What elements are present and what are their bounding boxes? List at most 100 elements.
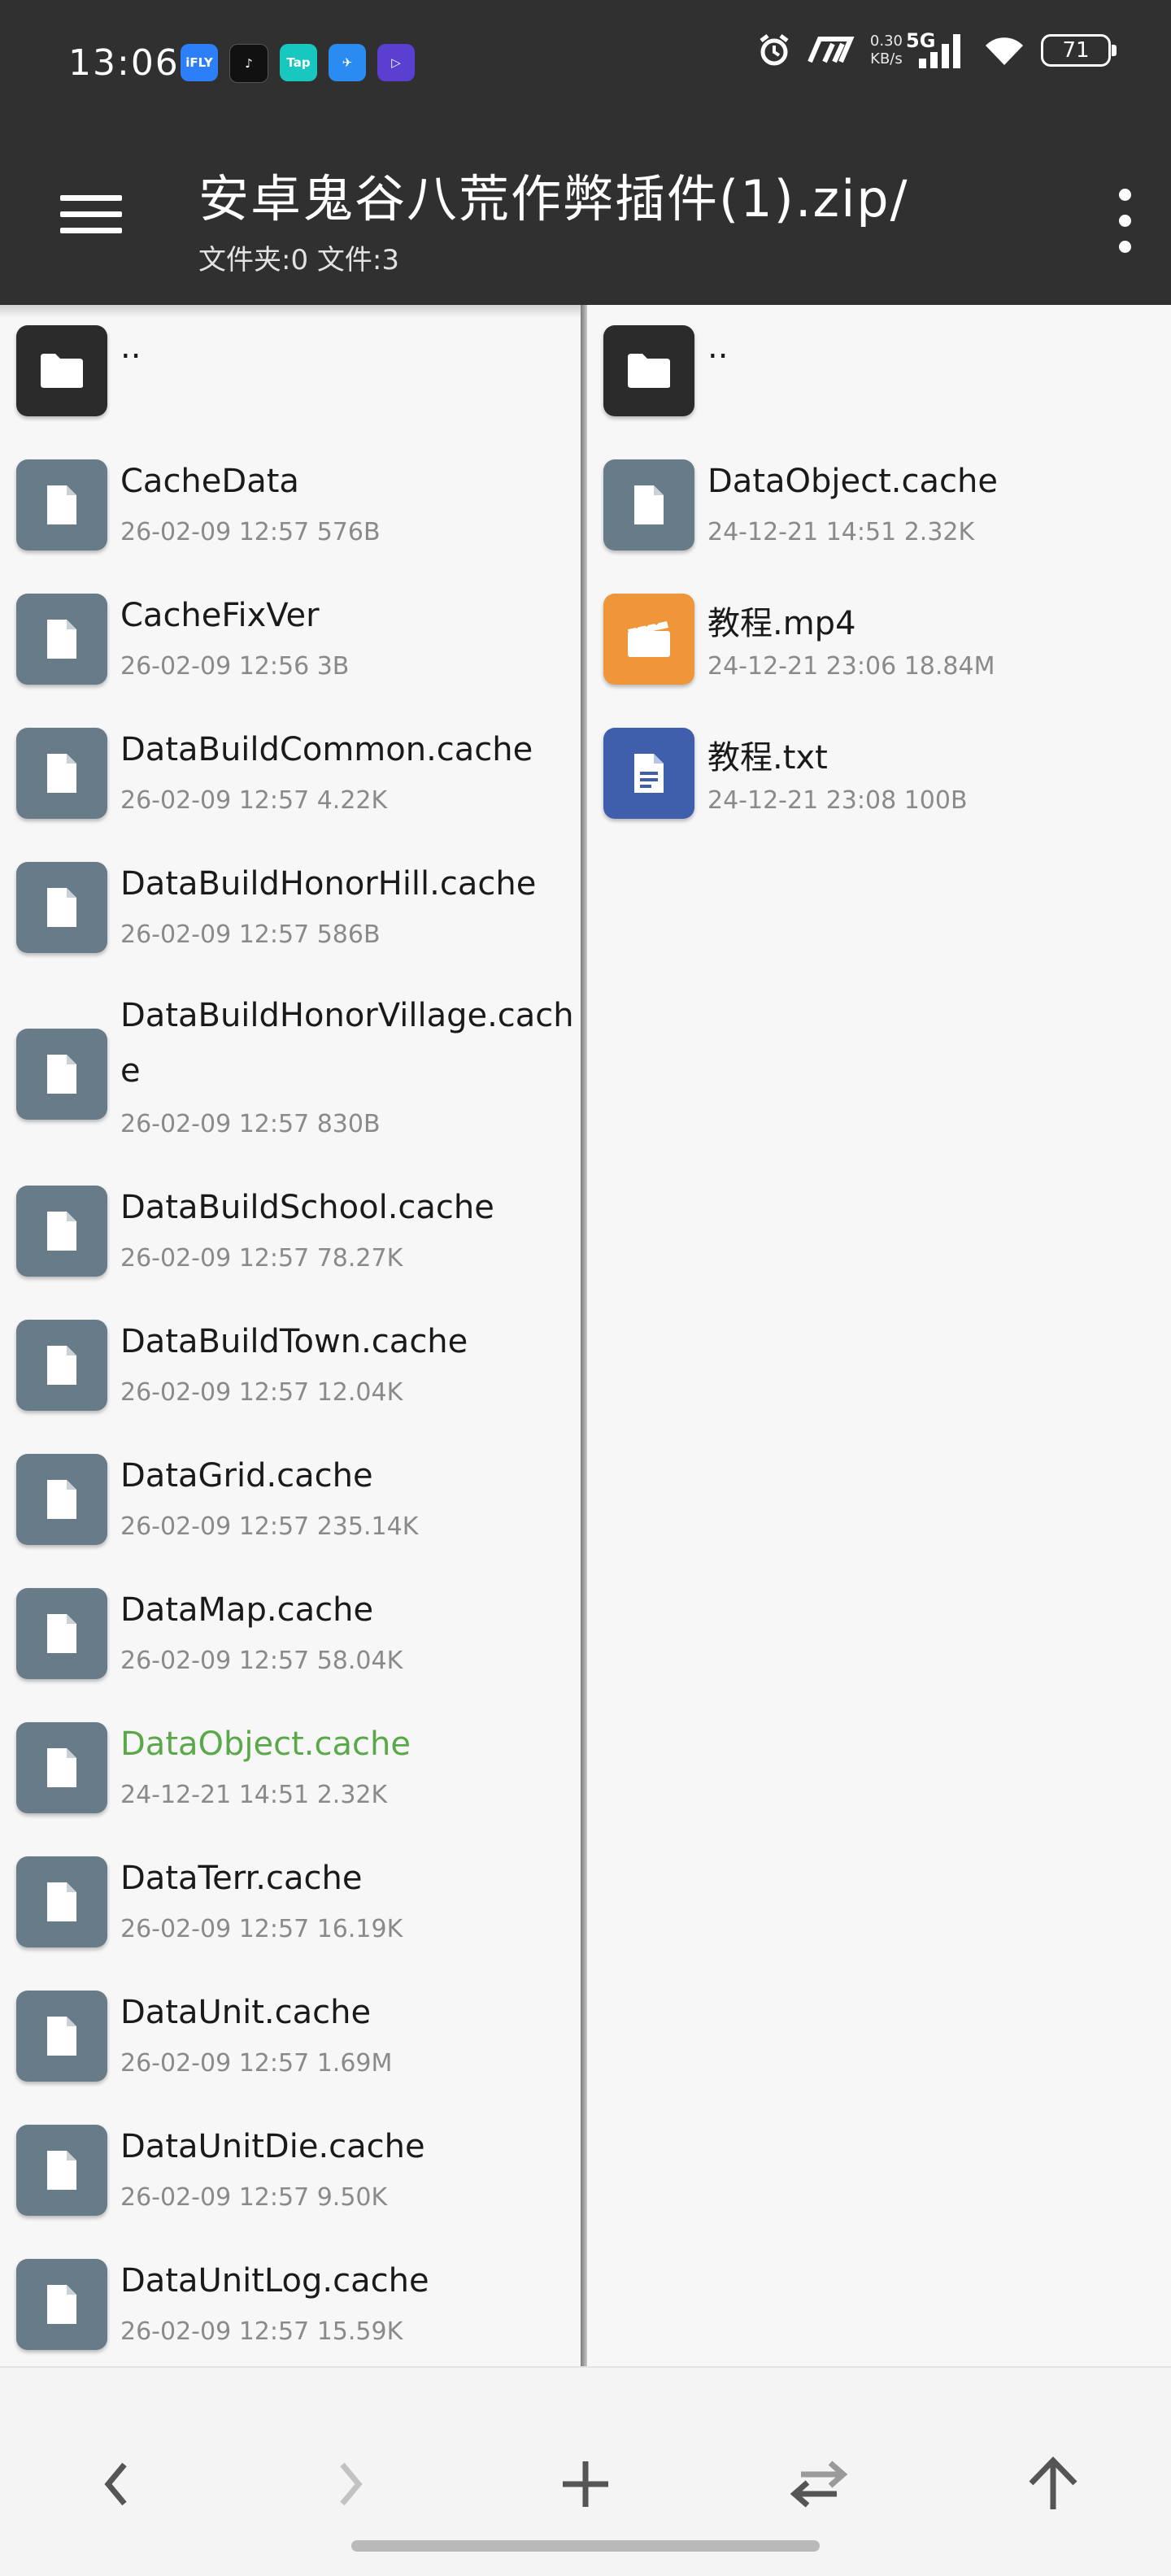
file-name: DataMap.cache <box>120 1591 374 1629</box>
file-row[interactable]: DataBuildHonorVillage.cache 26-02-09 12:… <box>0 996 581 1159</box>
file-row-selected[interactable]: DataObject.cache 24-12-21 14:51 2.32K <box>0 1722 581 1828</box>
hamburger-menu-button[interactable] <box>54 187 122 244</box>
file-name: CacheData <box>120 463 299 500</box>
text-file-row[interactable]: 教程.txt 24-12-21 23:08 100B <box>587 728 1171 833</box>
file-name: DataGrid.cache <box>120 1457 373 1495</box>
file-date: 24-12-21 23:06 18.84M <box>707 652 995 681</box>
file-date: 26-02-09 12:57 78.27K <box>120 1244 403 1273</box>
file-date: 26-02-09 12:57 586B <box>120 920 381 949</box>
more-vert-icon <box>1119 189 1131 201</box>
menu-icon <box>60 195 122 201</box>
file-icon <box>16 1991 107 2082</box>
file-icon <box>16 2125 107 2216</box>
file-row[interactable]: DataUnit.cache 26-02-09 12:57 1.69M <box>0 1991 581 2096</box>
back-button[interactable] <box>72 2439 161 2529</box>
nfc-brand-icon <box>808 37 855 63</box>
signal-icon <box>919 34 960 68</box>
text-document-icon <box>603 728 694 819</box>
taptap-app-icon: Tap <box>280 44 317 81</box>
file-icon <box>16 459 107 550</box>
folder-icon <box>603 325 694 416</box>
video-file-row[interactable]: 教程.mp4 24-12-21 23:06 18.84M <box>587 594 1171 699</box>
ifly-app-icon: iFLY <box>181 44 218 81</box>
file-icon <box>16 1856 107 1947</box>
file-icon <box>603 459 694 550</box>
app-toolbar: 安卓鬼谷八荒作弊插件(1).zip/ 文件夹:0 文件:3 <box>0 130 1171 305</box>
file-name: DataUnitLog.cache <box>120 2262 429 2300</box>
path-title: 安卓鬼谷八荒作弊插件(1).zip/ <box>198 169 909 228</box>
file-date: 26-02-09 12:57 830B <box>120 1110 381 1138</box>
file-icon <box>16 728 107 819</box>
file-icon <box>16 862 107 953</box>
file-date: 26-02-09 12:57 58.04K <box>120 1647 403 1675</box>
up-arrow-icon <box>1029 2456 1077 2509</box>
file-name: DataBuildHonorVillage.cache <box>120 997 574 1090</box>
file-row[interactable]: DataTerr.cache 26-02-09 12:57 16.19K <box>0 1856 581 1962</box>
file-name: DataBuildHonorHill.cache <box>120 865 537 903</box>
file-date: 26-02-09 12:57 235.14K <box>120 1512 419 1541</box>
plus-icon <box>563 2461 608 2507</box>
file-row[interactable]: DataUnitDie.cache 26-02-09 12:57 9.50K <box>0 2125 581 2230</box>
pane-top-shadow <box>0 305 581 318</box>
file-date: 26-02-09 12:57 576B <box>120 518 381 546</box>
tiktok-app-icon: ♪ <box>229 44 268 83</box>
parent-folder-label: .. <box>120 329 141 366</box>
file-icon <box>16 2259 107 2350</box>
wifi-icon <box>986 37 1023 65</box>
file-row[interactable]: DataMap.cache 26-02-09 12:57 58.04K <box>0 1588 581 1694</box>
file-icon <box>16 1588 107 1679</box>
notification-app-icons: iFLY ♪ Tap ✈ ▷ <box>181 44 415 83</box>
more-options-button[interactable] <box>1103 176 1148 265</box>
parent-folder-label: .. <box>707 329 729 366</box>
file-name: DataBuildSchool.cache <box>120 1189 494 1226</box>
file-row[interactable]: DataObject.cache 24-12-21 14:51 2.32K <box>587 459 1171 565</box>
file-name: DataUnitDie.cache <box>120 2128 425 2165</box>
file-row[interactable]: CacheData 26-02-09 12:57 576B <box>0 459 581 565</box>
feather-app-icon: ✈ <box>329 44 366 81</box>
file-name: DataBuildCommon.cache <box>120 731 533 768</box>
go-up-button[interactable] <box>1008 2439 1098 2529</box>
file-icon <box>16 594 107 685</box>
folder-file-count: 文件夹:0 文件:3 <box>198 244 399 276</box>
battery-indicator: 71 <box>1041 34 1117 67</box>
file-name-highlighted: DataObject.cache <box>120 1725 411 1763</box>
file-row[interactable]: DataGrid.cache 26-02-09 12:57 235.14K <box>0 1454 581 1560</box>
right-file-pane[interactable]: .. DataObject.cache 24-12-21 14:51 2.32K… <box>587 305 1171 2366</box>
file-row[interactable]: DataBuildHonorHill.cache 26-02-09 12:57 … <box>0 862 581 968</box>
file-name: DataUnit.cache <box>120 1994 372 2031</box>
file-row[interactable]: DataBuildCommon.cache 26-02-09 12:57 4.2… <box>0 728 581 833</box>
swap-panes-button[interactable] <box>774 2439 864 2529</box>
forward-arrow-icon <box>340 2462 363 2506</box>
file-name: 教程.mp4 <box>707 605 856 642</box>
file-icon <box>16 1186 107 1277</box>
file-name: DataTerr.cache <box>120 1860 363 1897</box>
file-row[interactable]: DataBuildTown.cache 26-02-09 12:57 12.04… <box>0 1320 581 1425</box>
file-date: 26-02-09 12:57 1.69M <box>120 2049 393 2078</box>
back-arrow-icon <box>104 2462 127 2506</box>
folder-icon <box>16 325 107 416</box>
pane-divider[interactable] <box>581 305 587 2366</box>
file-name: DataObject.cache <box>707 463 998 500</box>
play-app-icon: ▷ <box>377 44 415 81</box>
parent-folder-row[interactable]: .. <box>587 325 1171 431</box>
file-row[interactable]: DataBuildSchool.cache 26-02-09 12:57 78.… <box>0 1186 581 1291</box>
file-date: 24-12-21 14:51 2.32K <box>707 518 975 546</box>
add-button[interactable] <box>541 2439 630 2529</box>
file-name: 教程.txt <box>707 739 828 777</box>
file-name: CacheFixVer <box>120 597 320 634</box>
clock: 13:06 <box>68 42 180 84</box>
file-date: 26-02-09 12:57 12.04K <box>120 1378 403 1407</box>
file-row[interactable]: DataUnitLog.cache 26-02-09 12:57 15.59K <box>0 2259 581 2365</box>
file-date: 26-02-09 12:57 16.19K <box>120 1915 403 1943</box>
network-speed: 0.30 KB/s <box>869 33 903 67</box>
file-icon <box>16 1722 107 1813</box>
parent-folder-row[interactable]: .. <box>0 325 581 431</box>
file-icon <box>16 1029 107 1120</box>
swap-icon <box>790 2461 848 2508</box>
file-date: 26-02-09 12:56 3B <box>120 652 350 681</box>
left-file-pane[interactable]: .. CacheData 26-02-09 12:57 576B CacheFi… <box>0 305 581 2366</box>
forward-button[interactable] <box>306 2439 395 2529</box>
home-indicator[interactable] <box>351 2540 820 2552</box>
file-row[interactable]: CacheFixVer 26-02-09 12:56 3B <box>0 594 581 699</box>
file-date: 24-12-21 14:51 2.32K <box>120 1781 388 1809</box>
